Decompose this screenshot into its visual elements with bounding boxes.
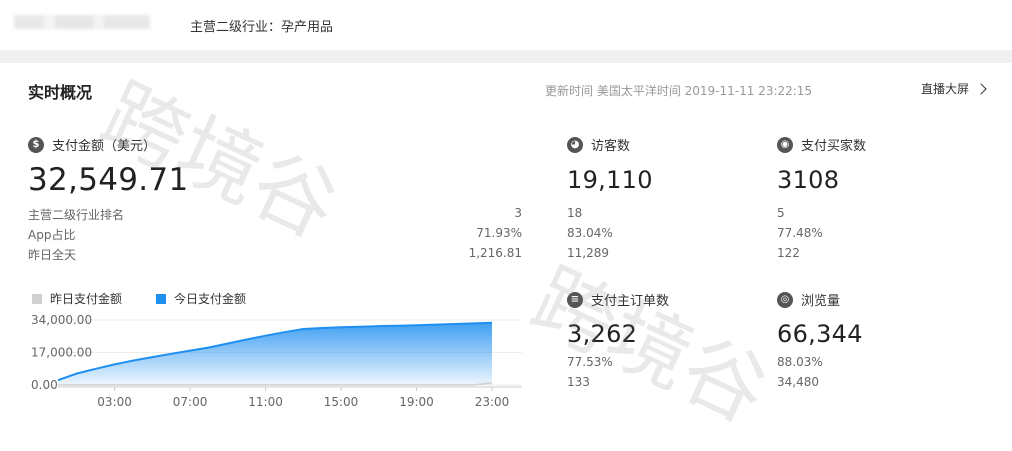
payment-trend-chart[interactable]: 34,000.00 17,000.00 0.00 03:00 07:00 11:00 15… <box>0 305 530 415</box>
buyers-header: ◉ 支付买家数 <box>777 135 866 154</box>
visitors-sub-3: 11,289 <box>567 246 609 260</box>
yesterday-total-label: 昨日全天 <box>28 248 77 262</box>
legend-swatch-yesterday <box>32 293 42 304</box>
visitor-icon: ◕ <box>567 136 583 153</box>
pageviews-sub-1: 88.03% <box>777 355 823 369</box>
app-ratio-row: App占比 71.93% <box>28 226 522 243</box>
visitors-value: 19,110 <box>567 166 653 194</box>
buyers-sub-2: 77.48% <box>777 226 823 240</box>
order-icon: ≡ <box>567 291 583 308</box>
buyers-label: 支付买家数 <box>801 139 867 154</box>
chart-series <box>57 321 493 386</box>
yesterday-total-row: 昨日全天 1,216.81 <box>28 246 522 263</box>
visitors-label: 访客数 <box>591 139 631 154</box>
orders-sub-2: 133 <box>567 375 590 389</box>
buyers-value: 3108 <box>777 166 840 194</box>
store-name-blurred <box>14 15 150 29</box>
x-tick-label: 23:00 <box>475 395 510 409</box>
visitors-sub-1: 18 <box>567 206 583 220</box>
orders-label: 支付主订单数 <box>591 294 670 309</box>
app-ratio-value: 71.93% <box>476 226 522 240</box>
section-divider <box>0 50 1012 63</box>
y-tick-label: 34,000.00 <box>31 313 92 327</box>
pageviews-sub-2: 34,480 <box>777 375 819 389</box>
live-screen-label: 直播大屏 <box>921 82 970 96</box>
dollar-icon: $ <box>28 136 44 153</box>
eye-icon: ◎ <box>777 291 793 308</box>
x-tick-label: 15:00 <box>324 395 359 409</box>
buyers-sub-1: 5 <box>777 206 785 220</box>
x-tick-label: 03:00 <box>97 395 132 409</box>
orders-value: 3,262 <box>567 320 638 348</box>
payment-amount-label: 支付金额（美元） <box>52 139 157 154</box>
legend-swatch-today <box>156 293 166 304</box>
industry-rank-value: 3 <box>514 206 522 220</box>
pageviews-label: 浏览量 <box>801 294 841 309</box>
payment-amount-value: 32,549.71 <box>28 162 189 198</box>
y-tick-label: 0.00 <box>31 378 58 392</box>
industry-rank-row: 主营二级行业排名 3 <box>28 206 522 223</box>
pageviews-header: ◎ 浏览量 <box>777 290 840 309</box>
chart-x-axis: 03:00 07:00 11:00 15:00 19:00 23:00 <box>58 386 522 409</box>
orders-sub-1: 77.53% <box>567 355 613 369</box>
today-area <box>58 322 492 385</box>
industry-rank-label: 主营二级行业排名 <box>28 208 125 222</box>
visitors-header: ◕ 访客数 <box>567 135 630 154</box>
app-ratio-label: App占比 <box>28 228 76 242</box>
chevron-right-icon <box>975 82 987 95</box>
buyers-sub-3: 122 <box>777 246 800 260</box>
section-title: 实时概况 <box>28 83 93 102</box>
update-time: 更新时间 美国太平洋时间 2019-11-11 23:22:15 <box>545 84 813 98</box>
main-industry-label: 主营二级行业：孕产用品 <box>190 20 334 35</box>
x-tick-label: 19:00 <box>399 395 434 409</box>
payment-amount-header: $ 支付金额（美元） <box>28 135 156 154</box>
x-tick-label: 11:00 <box>248 395 283 409</box>
buyers-icon: ◉ <box>777 136 793 153</box>
top-bar: 主营二级行业：孕产用品 <box>0 0 1012 50</box>
x-tick-label: 07:00 <box>173 395 208 409</box>
y-tick-label: 17,000.00 <box>31 346 92 360</box>
live-screen-button[interactable]: 直播大屏 <box>921 80 987 97</box>
yesterday-total-value: 1,216.81 <box>468 246 522 260</box>
orders-header: ≡ 支付主订单数 <box>567 290 669 309</box>
visitors-sub-2: 83.04% <box>567 226 613 240</box>
pageviews-value: 66,344 <box>777 320 863 348</box>
